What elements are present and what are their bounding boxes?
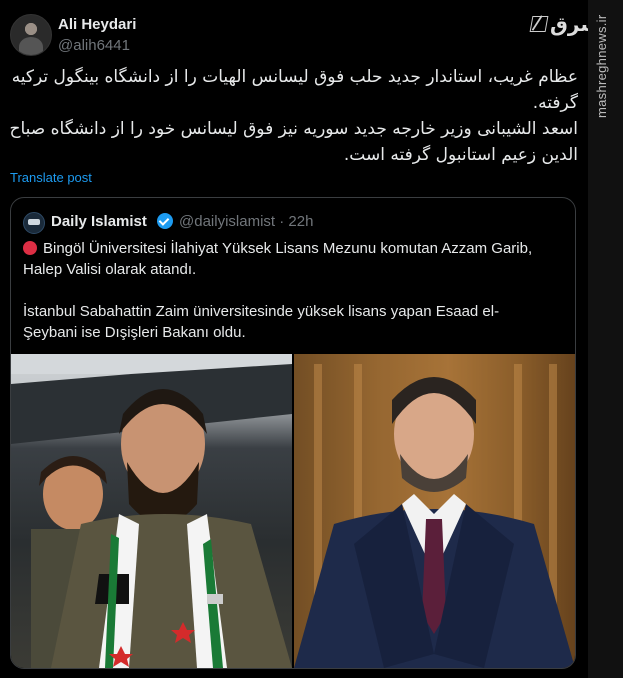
- tweet-line: اسعد الشیبانی وزیر خارجه جدید سوریه نیز …: [9, 119, 578, 139]
- quoted-line: Halep Valisi olarak atandı.: [23, 261, 197, 278]
- photo-right[interactable]: [294, 354, 575, 668]
- tweet-text: عظام غریب، استاندار جدید حلب فوق لیسانس …: [10, 64, 578, 168]
- quoted-avatar[interactable]: [23, 212, 45, 234]
- tweet-line: عظام غریب، استاندار جدید حلب فوق لیسانس …: [11, 67, 578, 87]
- photo-right-illustration: [294, 354, 575, 668]
- quoted-text: Bingöl Üniversitesi İlahiyat Yüksek Lisa…: [23, 238, 563, 343]
- tweet: Ali Heydari @alih6441 مشرق عظام غریب، اس…: [0, 0, 613, 678]
- quoted-line: Bingöl Üniversitesi İlahiyat Yüksek Lisa…: [23, 238, 563, 259]
- author-name[interactable]: Ali Heydari: [58, 16, 136, 33]
- tweet-line: گرفته.: [532, 93, 578, 113]
- tweet-line: الدین زعیم استانبول گرفته است.: [343, 145, 578, 165]
- verified-badge-icon: [157, 213, 173, 229]
- logo-mark-icon: [529, 16, 549, 32]
- quoted-author-name[interactable]: Daily Islamist: [51, 213, 147, 230]
- photo-left-illustration: [11, 354, 292, 668]
- mashregh-logo: مشرق: [528, 10, 613, 42]
- quoted-post[interactable]: Daily Islamist @dailyislamist · 22h Bing…: [10, 197, 576, 669]
- photo-left[interactable]: [11, 354, 292, 668]
- quoted-handle-time[interactable]: @dailyislamist · 22h: [179, 213, 313, 230]
- quoted-line: Şeybani ise Dışişleri Bakanı oldu.: [23, 324, 246, 341]
- author-handle[interactable]: @alih6441: [58, 37, 130, 54]
- red-circle-icon: [23, 241, 37, 255]
- watermark-site: mashreghnews.ir: [594, 14, 609, 119]
- translate-post-link[interactable]: Translate post: [10, 170, 92, 185]
- author-avatar[interactable]: [10, 14, 52, 56]
- quoted-line: İstanbul Sabahattin Zaim üniversitesinde…: [23, 303, 500, 320]
